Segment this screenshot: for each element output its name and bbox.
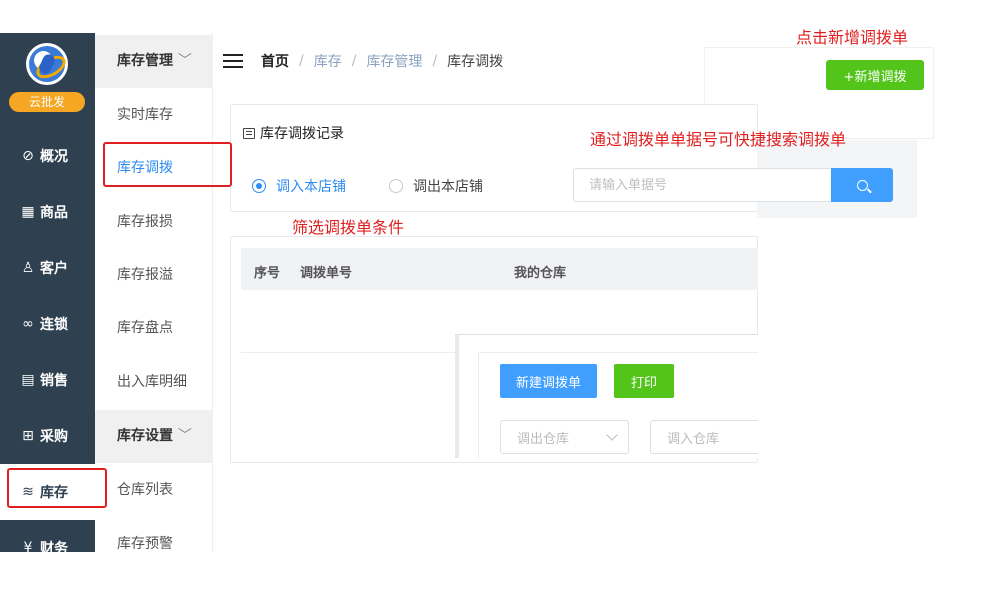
breadcrumb: 首页 / 库存 / 库存管理 / 库存调拨	[261, 51, 503, 71]
sidebar-item-sales[interactable]: ▤ 销售	[0, 352, 95, 408]
column-my-warehouse: 我的仓库	[514, 266, 567, 281]
submenu-item-stock-loss[interactable]: 库存报损	[95, 196, 213, 249]
submenu-group-label: 库存设置	[117, 428, 173, 444]
submenu-item-warehouse-list[interactable]: 仓库列表	[95, 464, 213, 517]
user-icon: ♙	[21, 260, 35, 276]
logo-badge: 云批发	[9, 92, 85, 112]
sidebar-item-purchase[interactable]: ⊞ 采购	[0, 408, 95, 464]
chevron-down-icon	[606, 429, 618, 441]
sidebar-item-label: 概况	[40, 149, 68, 165]
sidebar-item-label: 采购	[40, 429, 68, 445]
submenu-item-stocktake[interactable]: 库存盘点	[95, 302, 213, 355]
submenu-group-label: 库存管理	[117, 53, 173, 69]
search-icon	[856, 179, 868, 191]
annotation-search-hint: 通过调拨单单据号可快捷搜索调拨单	[590, 130, 847, 149]
radio-label: 调入本店铺	[276, 179, 346, 195]
column-index: 序号	[254, 266, 281, 281]
table-header: 序号 调拨单号 我的仓库	[241, 248, 758, 290]
breadcrumb-inventory-management[interactable]: 库存管理	[366, 51, 422, 71]
annotation-add-hint: 点击新增调拨单	[796, 28, 909, 47]
compass-icon: ⊘	[22, 148, 34, 164]
highlight-box-stock-transfer	[103, 142, 232, 187]
select-placeholder: 调入仓库	[667, 431, 720, 447]
breadcrumb-separator: /	[432, 52, 438, 69]
source-warehouse-select[interactable]: 调出仓库	[500, 420, 629, 454]
submenu-item-inout-detail[interactable]: 出入库明细	[95, 356, 213, 409]
breadcrumb-current: 库存调拨	[447, 53, 504, 70]
link-icon: ∞	[22, 316, 34, 332]
submenu-group-inventory-management[interactable]: 库存管理 ﹀	[95, 35, 213, 88]
breadcrumb-separator: /	[299, 52, 304, 69]
sidebar-item-label: 财务	[40, 541, 68, 552]
breadcrumb-home[interactable]: 首页	[261, 51, 289, 71]
list-icon	[243, 127, 255, 139]
breadcrumb-separator: /	[351, 52, 357, 69]
breadcrumb-inventory[interactable]: 库存	[314, 51, 342, 71]
submenu-group-inventory-settings[interactable]: 库存设置 ﹀	[95, 410, 213, 463]
submenu-item-realtime-stock[interactable]: 实时库存	[95, 89, 213, 142]
radio-checked-icon	[252, 179, 266, 193]
target-warehouse-select[interactable]: 调入仓库	[650, 420, 758, 454]
sidebar-item-products[interactable]: ▦ 商品	[0, 184, 95, 240]
highlight-box-inventory	[7, 468, 107, 508]
add-transfer-button[interactable]: +新增调拨	[826, 60, 924, 90]
yen-icon: ¥	[23, 540, 33, 552]
column-transfer-number: 调拨单号	[300, 266, 353, 281]
new-transfer-order-button[interactable]: 新建调拨单	[500, 364, 597, 398]
submenu-item-stock-alert[interactable]: 库存预警	[95, 518, 213, 571]
sidebar-item-label: 商品	[40, 205, 68, 221]
sidebar-item-label: 销售	[40, 373, 68, 389]
print-button[interactable]: 打印	[614, 364, 674, 398]
records-title-text: 库存调拨记录	[260, 126, 344, 142]
table-row-divider	[241, 352, 455, 353]
app-logo[interactable]: 云批发	[0, 33, 95, 115]
chevron-down-icon: ﹀	[177, 428, 192, 444]
clipboard-icon: ▤	[21, 372, 35, 388]
basket-icon: ⊞	[22, 428, 34, 444]
top-header: 首页 / 库存 / 库存管理 / 库存调拨	[213, 33, 704, 88]
sidebar-item-finance[interactable]: ¥ 财务	[0, 520, 95, 552]
grid-icon: ▦	[21, 204, 35, 220]
sidebar-item-label: 客户	[40, 261, 68, 277]
logo-icon	[26, 43, 68, 85]
radio-label: 调出本店铺	[413, 179, 483, 195]
sidebar-item-label: 连锁	[40, 317, 68, 333]
chevron-down-icon: ﹀	[177, 53, 192, 69]
inventory-submenu: 库存管理 ﹀ 实时库存 库存调拨 库存报损 库存报溢 库存盘点 出入库明细 库存…	[95, 33, 213, 552]
sidebar-item-overview[interactable]: ⊘ 概况	[0, 128, 95, 184]
submenu-item-stock-overflow[interactable]: 库存报溢	[95, 249, 213, 302]
radio-transfer-out[interactable]: 调出本店铺	[389, 176, 483, 196]
annotation-filter-hint: 筛选调拨单条件	[292, 218, 405, 237]
select-placeholder: 调出仓库	[517, 431, 570, 447]
sidebar-item-chain[interactable]: ∞ 连锁	[0, 296, 95, 352]
records-title: 库存调拨记录	[243, 123, 344, 143]
radio-unchecked-icon	[389, 179, 403, 193]
menu-toggle-icon[interactable]	[223, 53, 243, 68]
sidebar-item-customers[interactable]: ♙ 客户	[0, 240, 95, 296]
document-number-search-input[interactable]	[573, 168, 832, 202]
search-button[interactable]	[831, 168, 893, 202]
radio-transfer-in[interactable]: 调入本店铺	[252, 176, 346, 196]
